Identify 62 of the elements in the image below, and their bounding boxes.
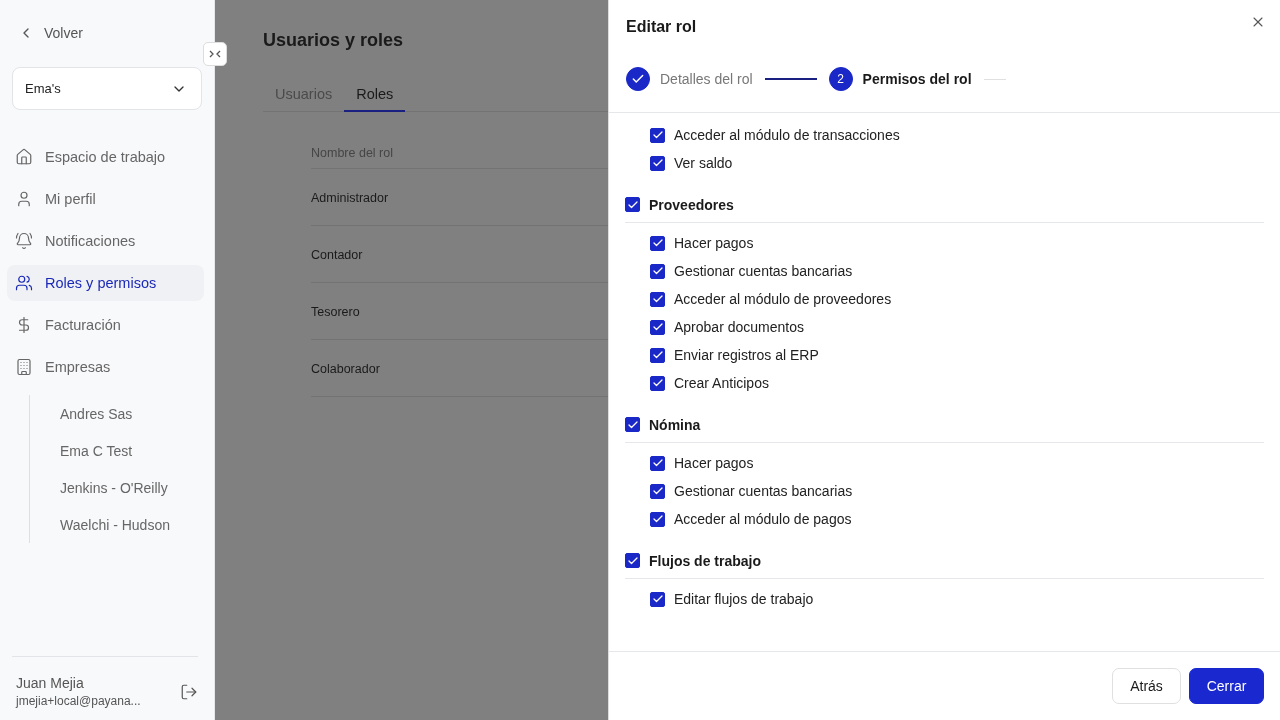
company-item[interactable]: Ema C Test (60, 432, 207, 469)
checkbox[interactable] (650, 511, 665, 527)
nav-item[interactable]: Espacio de trabajo (7, 139, 204, 175)
permission-label: Acceder al módulo de transacciones (674, 127, 900, 143)
checkbox[interactable] (650, 235, 665, 251)
company-item[interactable]: Waelchi - Hudson (60, 506, 207, 543)
group-label: Nómina (649, 416, 701, 433)
checkbox[interactable] (650, 155, 665, 171)
logout-icon[interactable] (180, 682, 198, 701)
back-button[interactable]: Atrás (1112, 668, 1181, 704)
checkbox[interactable] (625, 553, 640, 568)
checkbox[interactable] (625, 197, 640, 212)
checkbox[interactable] (650, 455, 665, 471)
collapse-arrows-icon (209, 49, 221, 59)
checkbox[interactable] (650, 291, 665, 307)
checkbox[interactable] (625, 417, 640, 432)
permission-label: Hacer pagos (674, 235, 754, 251)
nav-item[interactable]: Notificaciones (7, 223, 204, 259)
permission-label: Crear Anticipos (674, 375, 769, 391)
group-label: Flujos de trabajo (649, 552, 761, 569)
building-icon (15, 358, 33, 376)
select-value: Ema's (25, 81, 61, 96)
group-label: Proveedores (649, 196, 734, 213)
permission-label: Enviar registros al ERP (674, 347, 819, 363)
page-title: Usuarios y roles (263, 30, 405, 51)
nav-item[interactable]: Roles y permisos (7, 265, 204, 301)
user-name: Juan Mejia (16, 675, 85, 691)
checkbox[interactable] (650, 591, 665, 607)
checkbox[interactable] (650, 263, 665, 279)
permission-label: Hacer pagos (674, 455, 754, 471)
close-button[interactable]: Cerrar (1189, 668, 1264, 704)
permission-label: Acceder al módulo de proveedores (674, 291, 892, 307)
drawer-title: Editar rol (626, 18, 697, 36)
checkbox[interactable] (650, 127, 665, 143)
bell-icon (15, 232, 33, 250)
permission-label: Acceder al módulo de pagos (674, 511, 852, 527)
company-select[interactable]: Ema's (12, 67, 202, 110)
collapse-button[interactable] (203, 42, 227, 66)
permission-label: Gestionar cuentas bancarias (674, 483, 853, 499)
step-label: Detalles del rol (660, 71, 753, 87)
nav-item[interactable]: Empresas (7, 349, 204, 385)
permission-label: Ver saldo (674, 155, 733, 171)
users-icon (15, 274, 33, 292)
back-link[interactable]: Volver (18, 22, 207, 44)
user-icon (15, 190, 33, 208)
user-email: jmejia+local@payana... (16, 694, 141, 708)
step-number: 2 (828, 67, 853, 91)
step-label: Permisos del rol (862, 71, 972, 87)
permission-label: Editar flujos de trabajo (674, 591, 814, 607)
tab[interactable]: Roles (344, 86, 406, 112)
checkbox[interactable] (650, 319, 665, 335)
permission-label: Gestionar cuentas bancarias (674, 263, 853, 279)
company-item[interactable]: Jenkins - O'Reilly (60, 469, 207, 506)
back-label: Volver (44, 25, 83, 41)
house-icon (15, 148, 33, 166)
permission-label: Aprobar documentos (674, 319, 804, 335)
checkbox[interactable] (650, 483, 665, 499)
checkbox[interactable] (650, 375, 665, 391)
nav-item[interactable]: Mi perfil (7, 181, 204, 217)
company-item[interactable]: Andres Sas (60, 395, 207, 432)
nav-item[interactable]: Facturación (7, 307, 204, 343)
checkbox[interactable] (650, 347, 665, 363)
